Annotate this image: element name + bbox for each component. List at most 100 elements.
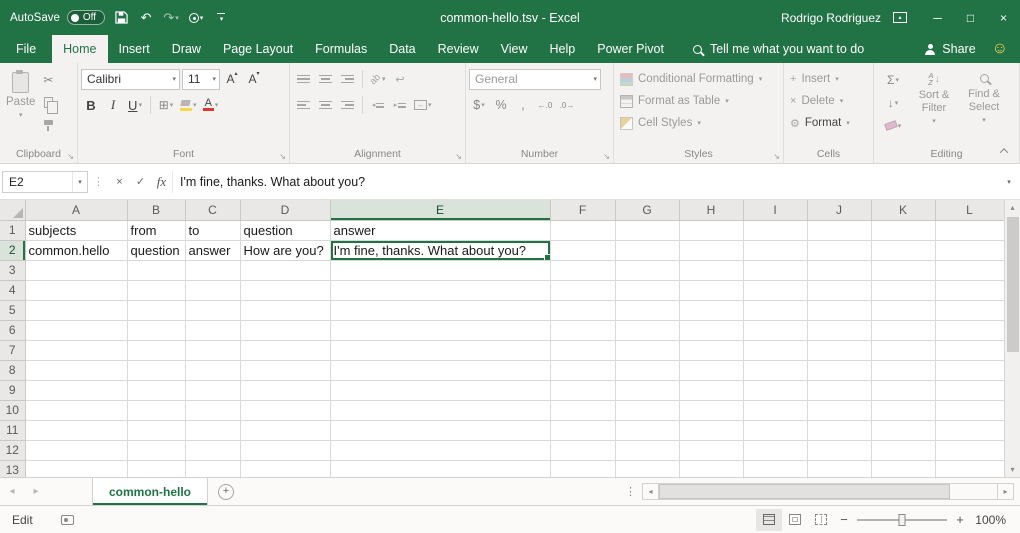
save-button[interactable] [112,6,130,30]
cell-G11[interactable] [615,420,679,440]
column-header-L[interactable]: L [935,200,1004,220]
cell-L2[interactable] [935,240,1004,260]
cell-D10[interactable] [240,400,330,420]
enter-button[interactable]: ✓ [130,171,151,193]
cell-D4[interactable] [240,280,330,300]
cell-E5[interactable] [330,300,550,320]
tab-page-layout[interactable]: Page Layout [212,35,304,63]
tab-data[interactable]: Data [378,35,426,63]
cell-G4[interactable] [615,280,679,300]
cell-J11[interactable] [807,420,871,440]
cell-B11[interactable] [127,420,185,440]
cell-B13[interactable] [127,460,185,477]
currency-format-button[interactable]: $▾ [469,95,489,116]
cell-B12[interactable] [127,440,185,460]
cell-B3[interactable] [127,260,185,280]
cell-B2[interactable]: question [127,240,185,260]
cell-H5[interactable] [679,300,743,320]
sheet-nav-left-button[interactable]: ◂ [0,478,24,505]
cell-D13[interactable] [240,460,330,477]
cell-I6[interactable] [743,320,807,340]
cell-D3[interactable] [240,260,330,280]
cell-D6[interactable] [240,320,330,340]
cell-L11[interactable] [935,420,1004,440]
cell-C1[interactable]: to [185,220,240,240]
cell-C4[interactable] [185,280,240,300]
cell-F6[interactable] [550,320,615,340]
row-header-3[interactable]: 3 [0,260,25,280]
cell-L8[interactable] [935,360,1004,380]
normal-view-button[interactable] [756,509,782,531]
zoom-out-button[interactable]: − [834,512,854,527]
hscroll-right-button[interactable]: ▸ [997,483,1014,500]
alignment-dialog-launcher[interactable]: ↘ [455,152,462,161]
underline-button[interactable]: U▾ [125,95,145,116]
cell-J9[interactable] [807,380,871,400]
cell-H6[interactable] [679,320,743,340]
cell-H3[interactable] [679,260,743,280]
cell-H8[interactable] [679,360,743,380]
row-header-6[interactable]: 6 [0,320,25,340]
wrap-text-button[interactable]: ↩ [390,69,410,90]
bottom-align-button[interactable] [337,69,357,90]
cell-E13[interactable] [330,460,550,477]
cell-D8[interactable] [240,360,330,380]
cell-A12[interactable] [25,440,127,460]
hscroll-left-button[interactable]: ◂ [642,483,659,500]
merge-center-button[interactable]: ↔▾ [412,95,434,116]
cell-J4[interactable] [807,280,871,300]
cell-H4[interactable] [679,280,743,300]
cell-A9[interactable] [25,380,127,400]
cell-B7[interactable] [127,340,185,360]
format-painter-button[interactable] [38,115,58,136]
cell-D9[interactable] [240,380,330,400]
cell-G3[interactable] [615,260,679,280]
collapse-ribbon-button[interactable] [996,144,1012,158]
cell-styles-button[interactable]: Cell Styles ▾ [617,112,780,134]
cell-C3[interactable] [185,260,240,280]
cell-E2[interactable]: I'm fine, thanks. What about you? [330,240,550,260]
ribbon-display-options-button[interactable]: ▴ [893,12,907,23]
cell-F2[interactable] [550,240,615,260]
cell-I3[interactable] [743,260,807,280]
cell-K4[interactable] [871,280,935,300]
tab-review[interactable]: Review [427,35,490,63]
font-color-button[interactable]: A▾ [201,95,221,116]
cell-F9[interactable] [550,380,615,400]
borders-button[interactable]: ⊞▾ [156,95,176,116]
cell-E10[interactable] [330,400,550,420]
cell-A7[interactable] [25,340,127,360]
cell-B5[interactable] [127,300,185,320]
cell-K8[interactable] [871,360,935,380]
cell-G9[interactable] [615,380,679,400]
cell-I5[interactable] [743,300,807,320]
cell-K12[interactable] [871,440,935,460]
clipboard-dialog-launcher[interactable]: ↘ [67,152,74,161]
align-center-button[interactable] [315,95,335,116]
cell-F5[interactable] [550,300,615,320]
tab-formulas[interactable]: Formulas [304,35,378,63]
conditional-formatting-button[interactable]: Conditional Formatting ▾ [617,68,780,90]
cell-K10[interactable] [871,400,935,420]
row-header-11[interactable]: 11 [0,420,25,440]
cell-B8[interactable] [127,360,185,380]
cell-H11[interactable] [679,420,743,440]
insert-function-button[interactable]: fx [151,171,172,193]
redo-button[interactable]: ↷▾ [162,6,180,30]
cell-E9[interactable] [330,380,550,400]
hscroll-track[interactable] [659,483,997,500]
cell-B10[interactable] [127,400,185,420]
column-header-B[interactable]: B [127,200,185,220]
customize-qat-button[interactable]: ▾ [212,6,230,30]
italic-button[interactable]: I [103,95,123,116]
cell-K9[interactable] [871,380,935,400]
cell-J13[interactable] [807,460,871,477]
cell-D12[interactable] [240,440,330,460]
tab-draw[interactable]: Draw [161,35,212,63]
row-header-12[interactable]: 12 [0,440,25,460]
copy-button[interactable] [38,92,58,113]
page-layout-view-button[interactable] [782,509,808,531]
cell-C11[interactable] [185,420,240,440]
cell-A11[interactable] [25,420,127,440]
cell-L10[interactable] [935,400,1004,420]
